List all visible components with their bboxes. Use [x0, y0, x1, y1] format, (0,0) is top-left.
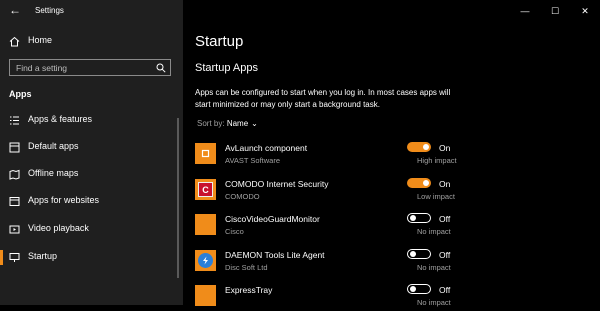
comodo-app-icon: C: [195, 179, 216, 200]
sidebar-item-offline-maps[interactable]: Offline maps: [0, 164, 183, 186]
home-icon: [9, 36, 20, 47]
expresstray-app-icon: [195, 285, 216, 306]
sidebar-item-default-apps[interactable]: Default apps: [0, 137, 183, 159]
startup-toggle[interactable]: [407, 142, 431, 152]
home-label: Home: [28, 35, 53, 45]
toggle-state: On: [439, 143, 451, 153]
sidebar-item-label: Startup: [28, 251, 58, 261]
app-name: CiscoVideoGuardMonitor: [225, 214, 320, 224]
window-controls: — ☐ ✕: [510, 0, 600, 22]
toggle-state: Off: [439, 214, 451, 224]
toggle-knob: [410, 215, 416, 221]
avast-app-icon: [195, 143, 216, 164]
search-input[interactable]: [10, 60, 156, 75]
sidebar-home[interactable]: Home: [0, 31, 183, 53]
main-content: — ☐ ✕ Startup Startup Apps Apps can be c…: [183, 0, 600, 307]
toggle-state: On: [439, 179, 451, 189]
maximize-button[interactable]: ☐: [540, 0, 570, 22]
startup-impact: Low impact: [417, 192, 455, 201]
web-apps-icon: [9, 196, 20, 207]
app-name: COMODO Internet Security: [225, 179, 329, 189]
back-arrow-icon[interactable]: ←: [9, 3, 21, 17]
startup-app-row: AvLaunch component AVAST Software On Hig…: [195, 141, 457, 169]
sidebar-item-label: Apps for websites: [28, 195, 100, 205]
startup-toggle[interactable]: [407, 213, 431, 223]
page-title: Startup: [195, 33, 244, 50]
sidebar-item-label: Default apps: [28, 141, 79, 151]
sidebar-item-label: Apps & features: [28, 114, 93, 124]
sort-label: Sort by:: [197, 119, 225, 128]
default-apps-icon: [9, 142, 20, 153]
startup-app-row: DAEMON Tools Lite Agent Disc Soft Ltd Of…: [195, 248, 455, 276]
startup-impact: No impact: [417, 227, 451, 236]
title-bar: ← Settings: [0, 0, 183, 22]
apps-section-heading: Apps: [9, 89, 32, 99]
section-title: Startup Apps: [195, 62, 258, 74]
toggle-knob: [423, 180, 429, 186]
startup-impact: High impact: [417, 156, 457, 165]
map-icon: [9, 169, 20, 180]
startup-impact: No impact: [417, 263, 451, 272]
sidebar: ← Settings Home Apps Apps & features Def…: [0, 0, 183, 305]
startup-app-row: ExpressTray Off No impact: [195, 283, 455, 311]
app-title: Settings: [35, 6, 64, 15]
app-publisher: AVAST Software: [225, 156, 281, 165]
startup-icon: [9, 252, 20, 263]
toggle-state: Off: [439, 250, 451, 260]
toggle-knob: [410, 251, 416, 257]
sidebar-item-label: Video playback: [28, 223, 89, 233]
sort-value[interactable]: Name: [227, 119, 248, 128]
sidebar-item-apps-features[interactable]: Apps & features: [0, 110, 183, 132]
close-button[interactable]: ✕: [570, 0, 600, 22]
sidebar-item-video-playback[interactable]: Video playback: [0, 219, 183, 241]
list-icon: [9, 115, 20, 126]
sidebar-scrollbar[interactable]: [177, 118, 179, 278]
toggle-knob: [410, 286, 416, 292]
startup-impact: No impact: [417, 298, 451, 307]
chevron-down-icon[interactable]: ⌄: [251, 119, 258, 128]
cisco-app-icon: [195, 214, 216, 235]
app-publisher: COMODO: [225, 192, 260, 201]
toggle-state: Off: [439, 285, 451, 295]
daemon-tools-app-icon: [195, 250, 216, 271]
sidebar-item-startup[interactable]: Startup: [0, 247, 183, 269]
minimize-button[interactable]: —: [510, 0, 540, 22]
startup-toggle[interactable]: [407, 284, 431, 294]
search-icon[interactable]: [156, 63, 166, 73]
description: Apps can be configured to start when you…: [195, 88, 451, 109]
app-publisher: Cisco: [225, 227, 244, 236]
app-name: AvLaunch component: [225, 143, 308, 153]
startup-toggle[interactable]: [407, 178, 431, 188]
startup-app-row: CiscoVideoGuardMonitor Cisco Off No impa…: [195, 212, 455, 240]
startup-toggle[interactable]: [407, 249, 431, 259]
app-publisher: Disc Soft Ltd: [225, 263, 268, 272]
startup-app-row: C COMODO Internet Security COMODO On Low…: [195, 177, 455, 205]
video-icon: [9, 224, 20, 235]
toggle-knob: [423, 144, 429, 150]
sidebar-item-label: Offline maps: [28, 168, 79, 178]
app-name: ExpressTray: [225, 285, 273, 295]
sort-dropdown[interactable]: Sort by: Name ⌄: [197, 119, 258, 128]
sidebar-item-apps-for-websites[interactable]: Apps for websites: [0, 191, 183, 213]
search-field[interactable]: [9, 59, 171, 76]
app-name: DAEMON Tools Lite Agent: [225, 250, 325, 260]
